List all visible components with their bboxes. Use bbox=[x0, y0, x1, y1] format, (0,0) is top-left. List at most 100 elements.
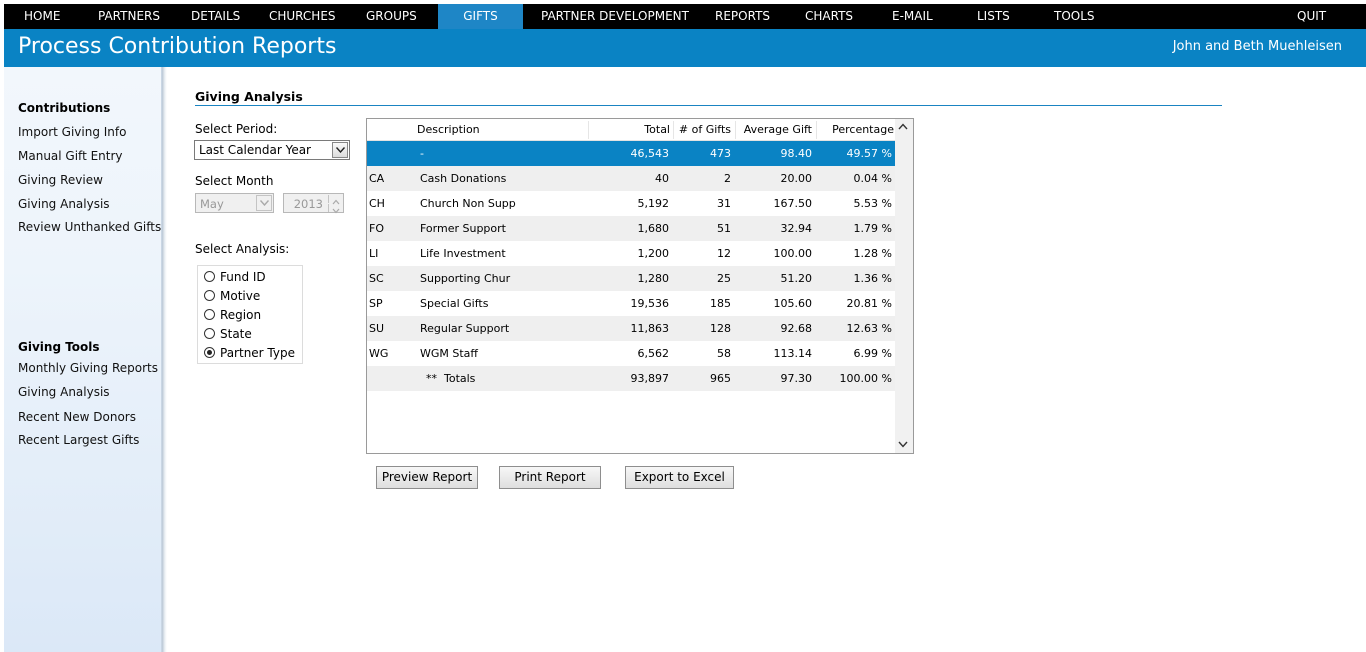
nav-details[interactable]: DETAILS bbox=[191, 4, 240, 29]
table-row[interactable]: SP Special Gifts 19,536 185 105.60 20.81… bbox=[367, 291, 896, 316]
chevron-down-icon[interactable] bbox=[256, 195, 272, 211]
nav-home[interactable]: HOME bbox=[24, 4, 60, 29]
scroll-down-icon[interactable] bbox=[898, 440, 908, 451]
section-divider bbox=[195, 105, 1222, 106]
giving-analysis-grid[interactable]: Description Total # of Gifts Average Gif… bbox=[366, 118, 914, 454]
cell-code: SC bbox=[369, 272, 384, 285]
cell-code: CH bbox=[369, 197, 385, 210]
cell-total: 46,543 bbox=[630, 147, 670, 160]
sidebar-item-giving-review[interactable]: Giving Review bbox=[18, 173, 103, 187]
month-select-value: May bbox=[200, 197, 224, 211]
cell-description: WGM Staff bbox=[420, 347, 479, 360]
print-report-button[interactable]: Print Report bbox=[499, 466, 601, 489]
scroll-up-icon[interactable] bbox=[898, 122, 908, 133]
nav-tools[interactable]: TOOLS bbox=[1054, 4, 1095, 29]
table-row[interactable]: WG WGM Staff 6,562 58 113.14 6.99 % bbox=[367, 341, 896, 366]
cell-totals-label: ** Totals bbox=[426, 372, 476, 385]
cell-percentage: 1.28 % bbox=[853, 247, 892, 260]
nav-partner-development[interactable]: PARTNER DEVELOPMENT bbox=[541, 4, 689, 29]
table-row[interactable]: SU Regular Support 11,863 128 92.68 12.6… bbox=[367, 316, 896, 341]
cell-percentage: 6.99 % bbox=[853, 347, 892, 360]
cell-code: LI bbox=[369, 247, 379, 260]
radio-label: Motive bbox=[220, 289, 261, 303]
header-percentage[interactable]: Percentage bbox=[832, 123, 894, 136]
cell-average: 20.00 bbox=[780, 172, 813, 185]
radio-label: State bbox=[220, 327, 252, 341]
cell-percentage: 12.63 % bbox=[846, 322, 892, 335]
table-row[interactable]: LI Life Investment 1,200 12 100.00 1.28 … bbox=[367, 241, 896, 266]
cell-percentage: 49.57 % bbox=[846, 147, 892, 160]
cell-percentage: 100.00 % bbox=[839, 372, 892, 385]
nav-partners[interactable]: PARTNERS bbox=[98, 4, 160, 29]
nav-churches[interactable]: CHURCHES bbox=[269, 4, 336, 29]
cell-average: 92.68 bbox=[780, 322, 813, 335]
sidebar-item-review-unthanked-gifts[interactable]: Review Unthanked Gifts bbox=[18, 220, 161, 234]
radio-icon[interactable] bbox=[204, 271, 215, 282]
cell-total: 40 bbox=[655, 172, 669, 185]
header-total[interactable]: Total bbox=[644, 123, 670, 136]
spin-up-icon[interactable] bbox=[328, 195, 342, 205]
sidebar-item-tools-giving-analysis[interactable]: Giving Analysis bbox=[18, 385, 110, 399]
cell-description: Life Investment bbox=[420, 247, 506, 260]
cell-code: FO bbox=[369, 222, 384, 235]
nav-email[interactable]: E-MAIL bbox=[892, 4, 933, 29]
table-row[interactable]: CA Cash Donations 40 2 20.00 0.04 % bbox=[367, 166, 896, 191]
nav-charts[interactable]: CHARTS bbox=[805, 4, 853, 29]
cell-description: - bbox=[420, 147, 424, 160]
cell-total: 5,192 bbox=[637, 197, 670, 210]
year-stepper[interactable]: 2013 bbox=[283, 193, 344, 214]
table-row[interactable]: - 46,543 473 98.40 49.57 % bbox=[367, 141, 896, 166]
nav-reports[interactable]: REPORTS bbox=[715, 4, 770, 29]
cell-total: 1,200 bbox=[637, 247, 670, 260]
sidebar-item-monthly-giving-reports[interactable]: Monthly Giving Reports bbox=[18, 361, 158, 375]
cell-gifts: 31 bbox=[717, 197, 731, 210]
chevron-down-icon[interactable] bbox=[332, 142, 348, 158]
cell-gifts: 2 bbox=[724, 172, 731, 185]
nav-lists[interactable]: LISTS bbox=[977, 4, 1010, 29]
nav-quit[interactable]: QUIT bbox=[1297, 4, 1326, 29]
table-row[interactable]: FO Former Support 1,680 51 32.94 1.79 % bbox=[367, 216, 896, 241]
radio-icon[interactable] bbox=[204, 290, 215, 301]
cell-description: Cash Donations bbox=[420, 172, 507, 185]
cell-percentage: 5.53 % bbox=[853, 197, 892, 210]
cell-description: Church Non Supp bbox=[420, 197, 516, 210]
cell-code: SU bbox=[369, 322, 385, 335]
cell-gifts: 473 bbox=[710, 147, 731, 160]
column-divider bbox=[673, 121, 674, 139]
radio-selected-icon[interactable] bbox=[204, 347, 215, 358]
totals-row[interactable]: ** Totals 93,897 965 97.30 100.00 % bbox=[367, 366, 896, 391]
preview-report-button[interactable]: Preview Report bbox=[376, 466, 478, 489]
period-select[interactable]: Last Calendar Year bbox=[194, 140, 350, 160]
year-stepper-value: 2013 bbox=[293, 197, 323, 211]
table-row[interactable]: SC Supporting Chur 1,280 25 51.20 1.36 % bbox=[367, 266, 896, 291]
nav-groups[interactable]: GROUPS bbox=[366, 4, 417, 29]
month-select[interactable]: May bbox=[195, 193, 274, 213]
header-gifts[interactable]: # of Gifts bbox=[679, 123, 731, 136]
header-description[interactable]: Description bbox=[417, 123, 480, 136]
radio-icon[interactable] bbox=[204, 328, 215, 339]
cell-total: 1,280 bbox=[637, 272, 670, 285]
user-name: John and Beth Muehleisen bbox=[1172, 39, 1342, 54]
cell-description: Special Gifts bbox=[420, 297, 489, 310]
cell-total: 19,536 bbox=[630, 297, 670, 310]
sidebar-item-giving-analysis[interactable]: Giving Analysis bbox=[18, 197, 110, 211]
cell-gifts: 25 bbox=[717, 272, 731, 285]
radio-label: Region bbox=[220, 308, 262, 322]
export-to-excel-button[interactable]: Export to Excel bbox=[625, 466, 734, 489]
cell-gifts: 128 bbox=[710, 322, 731, 335]
cell-gifts: 965 bbox=[710, 372, 731, 385]
cell-code: SP bbox=[369, 297, 383, 310]
table-row[interactable]: CH Church Non Supp 5,192 31 167.50 5.53 … bbox=[367, 191, 896, 216]
radio-icon[interactable] bbox=[204, 309, 215, 320]
header-average[interactable]: Average Gift bbox=[744, 123, 812, 136]
sidebar-item-import-giving-info[interactable]: Import Giving Info bbox=[18, 125, 126, 139]
sidebar-item-recent-largest-gifts[interactable]: Recent Largest Gifts bbox=[18, 433, 139, 447]
cell-description: Supporting Chur bbox=[420, 272, 511, 285]
sidebar-item-manual-gift-entry[interactable]: Manual Gift Entry bbox=[18, 149, 123, 163]
cell-average: 167.50 bbox=[773, 197, 813, 210]
sidebar-item-recent-new-donors[interactable]: Recent New Donors bbox=[18, 410, 136, 424]
nav-gifts[interactable]: GIFTS bbox=[438, 4, 523, 29]
spin-down-icon[interactable] bbox=[328, 204, 342, 214]
cell-total: 93,897 bbox=[630, 372, 670, 385]
grid-scrollbar[interactable] bbox=[895, 119, 913, 453]
